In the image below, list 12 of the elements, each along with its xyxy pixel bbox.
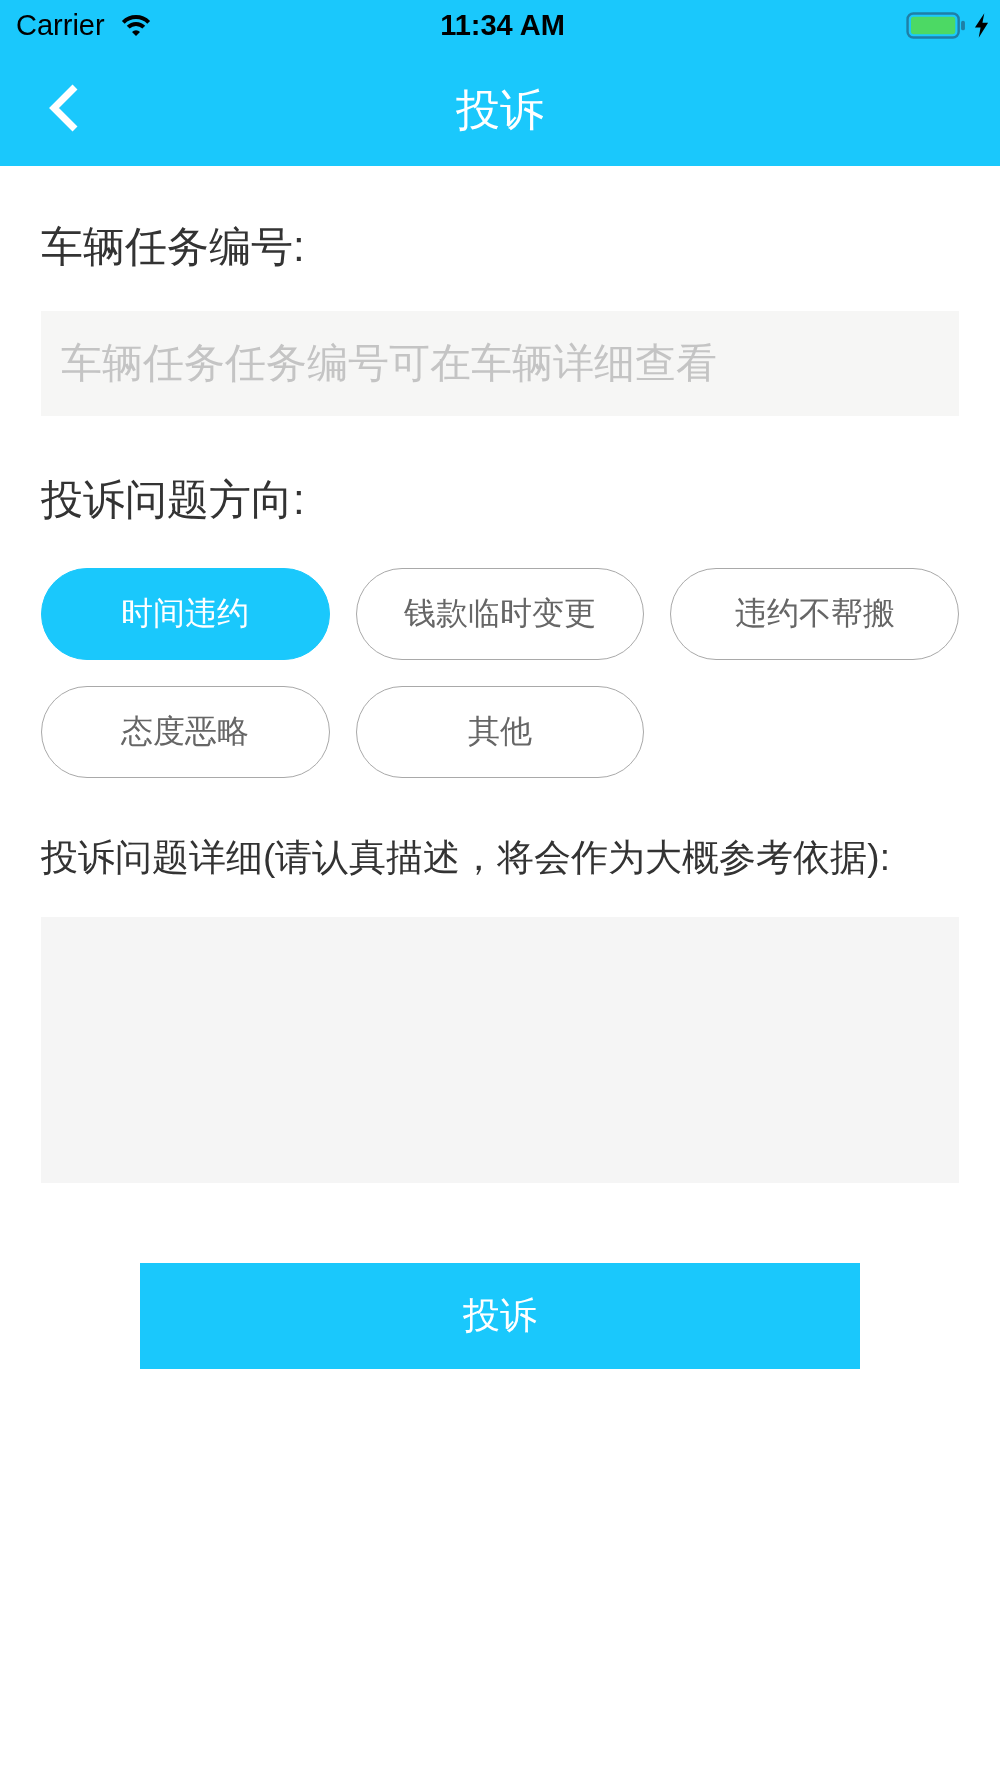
- field-label: 投诉问题方向:: [41, 475, 306, 525]
- page-title: 投诉: [456, 84, 544, 136]
- complaint-type-button[interactable]: 钱款临时变更: [355, 568, 645, 660]
- complaint-type-button[interactable]: 态度恶略: [41, 686, 330, 778]
- carrier-name: Carrier: [16, 8, 105, 42]
- complaint-type-button[interactable]: 违约不帮搬: [670, 568, 959, 660]
- complaint-type-button[interactable]: 其他: [355, 686, 645, 778]
- field-label: 车辆任务编号:: [41, 222, 306, 272]
- battery-icon: [906, 11, 966, 39]
- field-label: 投诉问题详细(请认真描述，将会作为大概参考依据):: [41, 836, 891, 880]
- lightning-bolt-icon: [974, 12, 989, 38]
- status-time: 11:34 AM: [440, 8, 565, 42]
